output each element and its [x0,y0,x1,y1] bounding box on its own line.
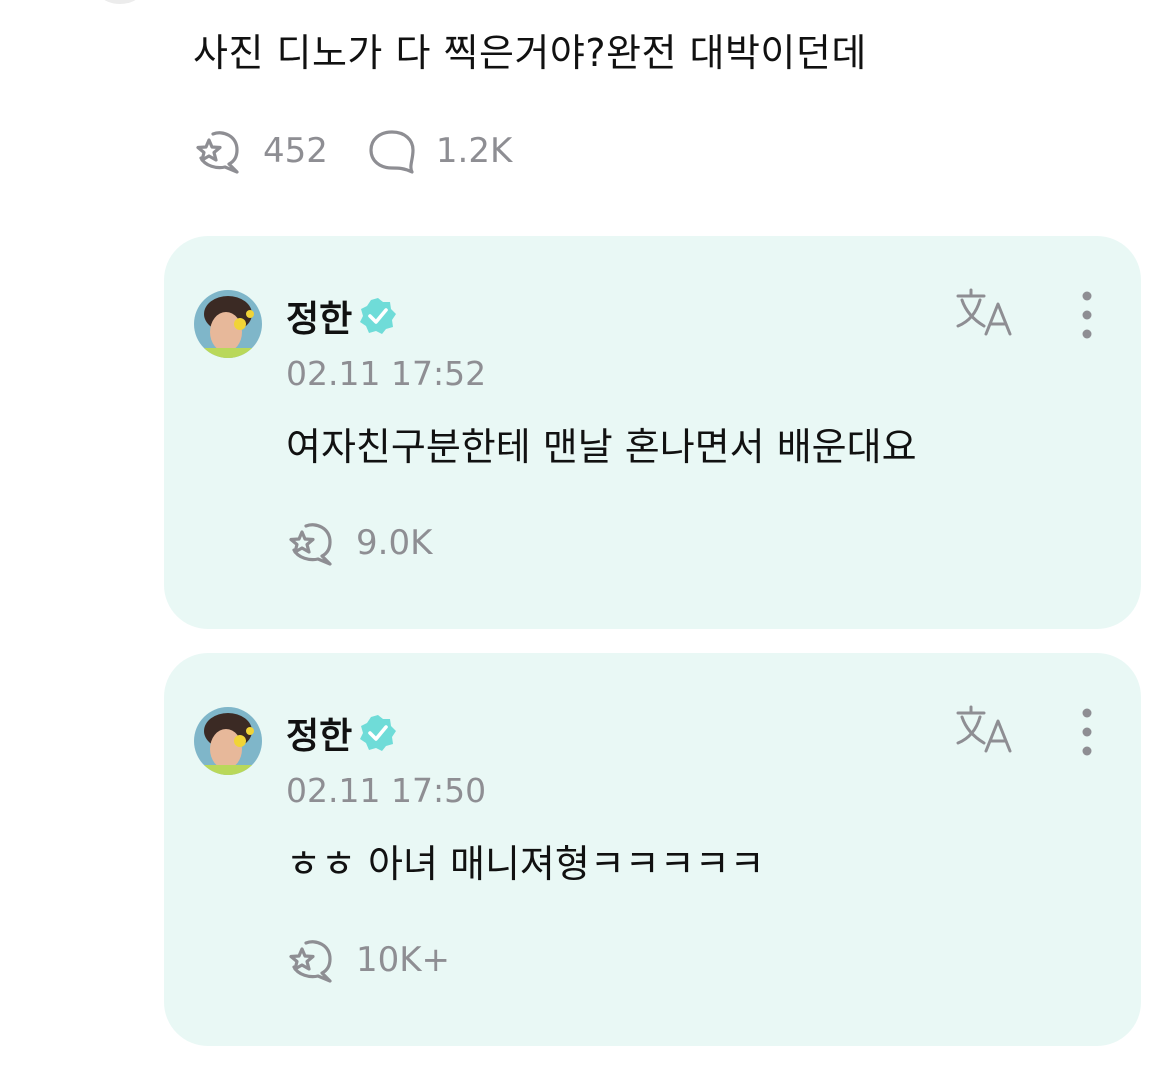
comment-count: 1.2K [435,131,513,171]
like-count: 452 [263,131,328,171]
reply-card: 정한 02.11 17:50 ㅎㅎ 아녀 매니져형ㅋㅋㅋㅋㅋ 10K+ [164,653,1141,1046]
star-bubble-icon [196,131,239,174]
speech-bubble-icon [369,130,415,174]
timestamp: 02.11 17:52 [286,354,487,393]
author-row: 정한 [286,290,398,342]
author-name[interactable]: 정한 [286,707,352,759]
like-button[interactable]: 9.0K [286,520,432,566]
translate-button[interactable] [954,286,1018,340]
reply-card: 정한 02.11 17:52 여자친구분한테 맨날 혼나면서 배운대요 9.0K [164,236,1141,629]
more-vertical-icon [1082,708,1092,756]
author-row: 정한 [286,707,398,759]
translate-icon [956,288,1012,336]
post-actions: 452 1.2K [193,128,512,174]
like-count: 9.0K [356,523,433,563]
like-count: 10K+ [356,940,451,980]
translate-icon [956,705,1012,753]
reply-text: 여자친구분한테 맨날 혼나면서 배운대요 [286,425,917,469]
page: 사진 디노가 다 찍은거야?완전 대박이던데 452 1.2K 정한 02.11… [0,0,1169,1077]
author-name[interactable]: 정한 [286,290,352,342]
star-bubble-icon [289,523,332,566]
like-button[interactable]: 10K+ [286,937,450,983]
more-button[interactable] [1068,705,1106,761]
timestamp: 02.11 17:50 [286,771,487,810]
star-bubble-icon [289,940,332,983]
avatar[interactable] [194,290,262,358]
translate-button[interactable] [954,703,1018,757]
like-button[interactable]: 452 [193,128,328,174]
post-text: 사진 디노가 다 찍은거야?완전 대박이던데 [193,31,867,75]
more-vertical-icon [1082,291,1092,339]
more-button[interactable] [1068,288,1106,344]
verified-badge-icon [360,715,397,751]
reply-text: ㅎㅎ 아녀 매니져형ㅋㅋㅋㅋㅋ [286,842,765,886]
comment-button[interactable]: 1.2K [366,128,512,174]
avatar[interactable] [88,0,152,4]
verified-badge-icon [360,298,397,334]
avatar[interactable] [194,707,262,775]
